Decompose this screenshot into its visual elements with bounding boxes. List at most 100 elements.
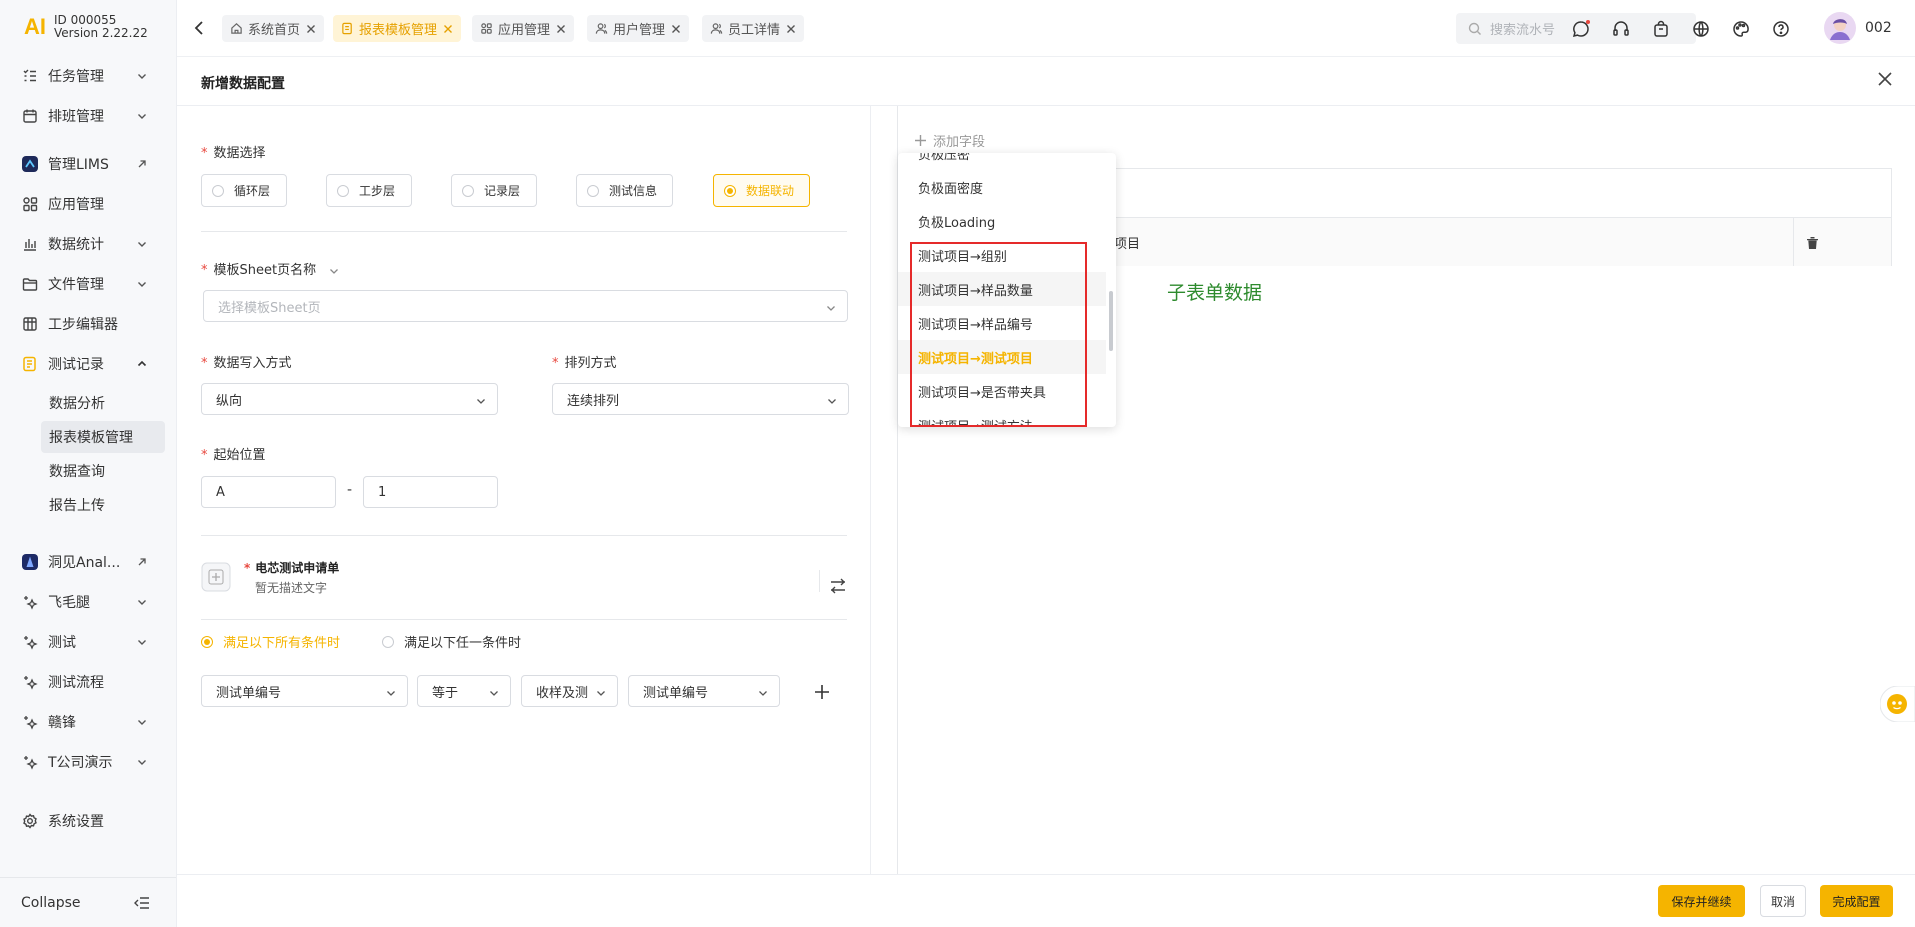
start-row-input[interactable]: 1 (363, 476, 498, 508)
add-field-button[interactable]: 添加字段 (914, 131, 985, 150)
condition-target-select[interactable]: 测试单编号 (628, 675, 780, 707)
apps-grid-icon (480, 22, 493, 35)
sidebar-item-apps[interactable]: 应用管理 (0, 186, 176, 222)
subform-data-text: 子表单数据 (1167, 282, 1263, 304)
condition-field-select[interactable]: 测试单编号 (201, 675, 408, 707)
close-panel-icon[interactable] (1877, 71, 1893, 87)
table-grid-icon (21, 315, 39, 333)
radio-icon (382, 635, 394, 648)
user-name[interactable]: 002 (1865, 20, 1892, 36)
sidebar-item-tasks[interactable]: 任务管理 (0, 58, 176, 94)
sidebar-item-label: 赣锋 (48, 715, 76, 731)
chevron-down-icon (826, 395, 838, 407)
sidebar-item-schedule[interactable]: 排班管理 (0, 98, 176, 134)
condition-source-select[interactable]: 收样及测 (521, 675, 618, 707)
assistant-bot-icon[interactable] (1880, 686, 1915, 722)
sidebar-item-label: T公司演示 (48, 755, 113, 771)
add-box-icon[interactable] (201, 562, 231, 592)
sparkle-icon (21, 713, 39, 731)
dropdown-option[interactable]: 负极压密 (898, 153, 1106, 170)
option-data-linkage[interactable]: 数据联动 (713, 174, 810, 207)
tab-home[interactable]: 系统首页 (222, 15, 325, 42)
sidebar-item-stats[interactable]: 数据统计 (0, 226, 176, 262)
dropdown-option[interactable]: 负极Loading (898, 204, 1106, 238)
panel-title: 新增数据配置 (201, 76, 285, 92)
chevron-down-icon (475, 395, 487, 407)
sidebar-item-test[interactable]: 测试 (0, 624, 176, 660)
data-select-label: * 数据选择 (201, 146, 266, 161)
add-condition-icon[interactable] (814, 684, 830, 700)
globe-icon[interactable] (1690, 18, 1712, 40)
list-check-icon (21, 67, 39, 85)
sidebar-item-insight[interactable]: 洞见Anal... (0, 544, 176, 580)
dropdown-scrollbar[interactable] (1109, 291, 1113, 351)
sidebar-item-feimaotui[interactable]: 飞毛腿 (0, 584, 176, 620)
sidebar-subitem-report-templates[interactable]: 报表模板管理 (41, 421, 165, 453)
chevron-down-icon (136, 596, 148, 608)
sidebar-item-label: 测试流程 (48, 675, 104, 691)
condition-any-radio[interactable]: 满足以下任一条件时 (382, 632, 521, 651)
option-cycle-layer[interactable]: 循环层 (201, 174, 287, 207)
sidebar-subitem-data-analysis[interactable]: 数据分析 (41, 387, 165, 419)
top-bar: 系统首页 报表模板管理 应用管理 用户管理 员工详情 搜索流水号 002 (177, 0, 1915, 57)
sort-select[interactable]: 连续排列 (552, 383, 849, 415)
tab-apps[interactable]: 应用管理 (472, 15, 575, 42)
option-step-layer[interactable]: 工步层 (326, 174, 412, 207)
collapse-button[interactable]: Collapse (0, 877, 176, 927)
dropdown-option[interactable]: 负极面密度 (898, 170, 1106, 204)
condition-all-radio[interactable]: 满足以下所有条件时 (201, 632, 340, 651)
add-field-label: 添加字段 (933, 135, 986, 150)
condition-operator-select[interactable]: 等于 (417, 675, 511, 707)
divider (1793, 218, 1794, 266)
sparkle-icon (21, 673, 39, 691)
tab-users[interactable]: 用户管理 (587, 15, 690, 42)
chevron-down-icon (136, 716, 148, 728)
start-column-value: A (216, 484, 225, 500)
sheet-select[interactable]: 选择模板Sheet页 (203, 290, 848, 322)
cancel-button[interactable]: 取消 (1760, 885, 1806, 917)
save-continue-button[interactable]: 保存并继续 (1658, 885, 1745, 917)
sidebar-subitem-report-upload[interactable]: 报告上传 (41, 489, 165, 521)
close-icon[interactable] (306, 24, 316, 34)
close-icon[interactable] (671, 24, 681, 34)
sidebar-item-t-demo[interactable]: T公司演示 (0, 744, 176, 780)
sidebar-item-lims[interactable]: 管理LIMS (0, 146, 176, 182)
tab-employee-details[interactable]: 员工详情 (702, 15, 805, 42)
sidebar-subitem-data-query[interactable]: 数据查询 (41, 455, 165, 487)
tab-report-templates[interactable]: 报表模板管理 (333, 15, 462, 42)
close-icon[interactable] (556, 24, 566, 34)
option-test-info[interactable]: 测试信息 (576, 174, 673, 207)
condition-any-label: 满足以下任一条件时 (404, 636, 522, 651)
home-icon (230, 22, 243, 35)
finish-config-button[interactable]: 完成配置 (1820, 885, 1893, 917)
divider (819, 570, 820, 592)
sidebar-item-step-editor[interactable]: 工步编辑器 (0, 306, 176, 342)
collapse-label: Collapse (21, 894, 81, 911)
write-mode-label: * 数据写入方式 (201, 356, 292, 371)
start-column-input[interactable]: A (201, 476, 336, 508)
help-icon[interactable] (1770, 18, 1792, 40)
record-icon (21, 355, 39, 373)
trash-icon[interactable] (1806, 236, 1819, 250)
headset-icon[interactable] (1610, 18, 1632, 40)
bag-icon[interactable] (1650, 18, 1672, 40)
palette-icon[interactable] (1730, 18, 1752, 40)
back-icon[interactable] (193, 20, 205, 36)
sidebar-item-test-flow[interactable]: 测试流程 (0, 664, 176, 700)
close-icon[interactable] (443, 24, 453, 34)
close-icon[interactable] (786, 24, 796, 34)
condition-field-value: 测试单编号 (216, 685, 282, 701)
option-record-layer[interactable]: 记录层 (451, 174, 537, 207)
sidebar-item-settings[interactable]: 系统设置 (0, 803, 176, 839)
chevron-down-icon (136, 278, 148, 290)
swap-icon[interactable] (829, 578, 847, 594)
avatar[interactable] (1824, 12, 1856, 44)
sidebar-item-ganfeng[interactable]: 赣锋 (0, 704, 176, 740)
message-icon[interactable] (1570, 18, 1592, 40)
chevron-down-icon (136, 636, 148, 648)
sidebar-item-test-records[interactable]: 测试记录 (0, 346, 176, 382)
sort-label: * 排列方式 (552, 356, 617, 371)
sidebar-item-files[interactable]: 文件管理 (0, 266, 176, 302)
write-mode-select[interactable]: 纵向 (201, 383, 498, 415)
divider (201, 619, 847, 620)
